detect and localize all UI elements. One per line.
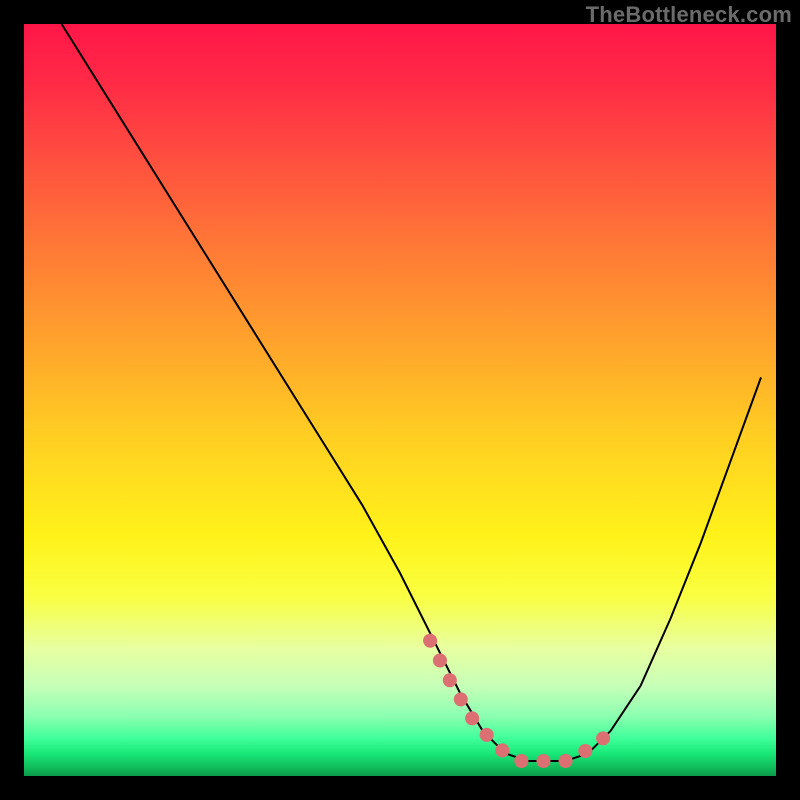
bottleneck-curve [62, 24, 761, 761]
chart-frame: TheBottleneck.com [0, 0, 800, 800]
near-optimum-dots [430, 641, 610, 761]
curve-svg [24, 24, 776, 776]
plot-area [24, 24, 776, 776]
